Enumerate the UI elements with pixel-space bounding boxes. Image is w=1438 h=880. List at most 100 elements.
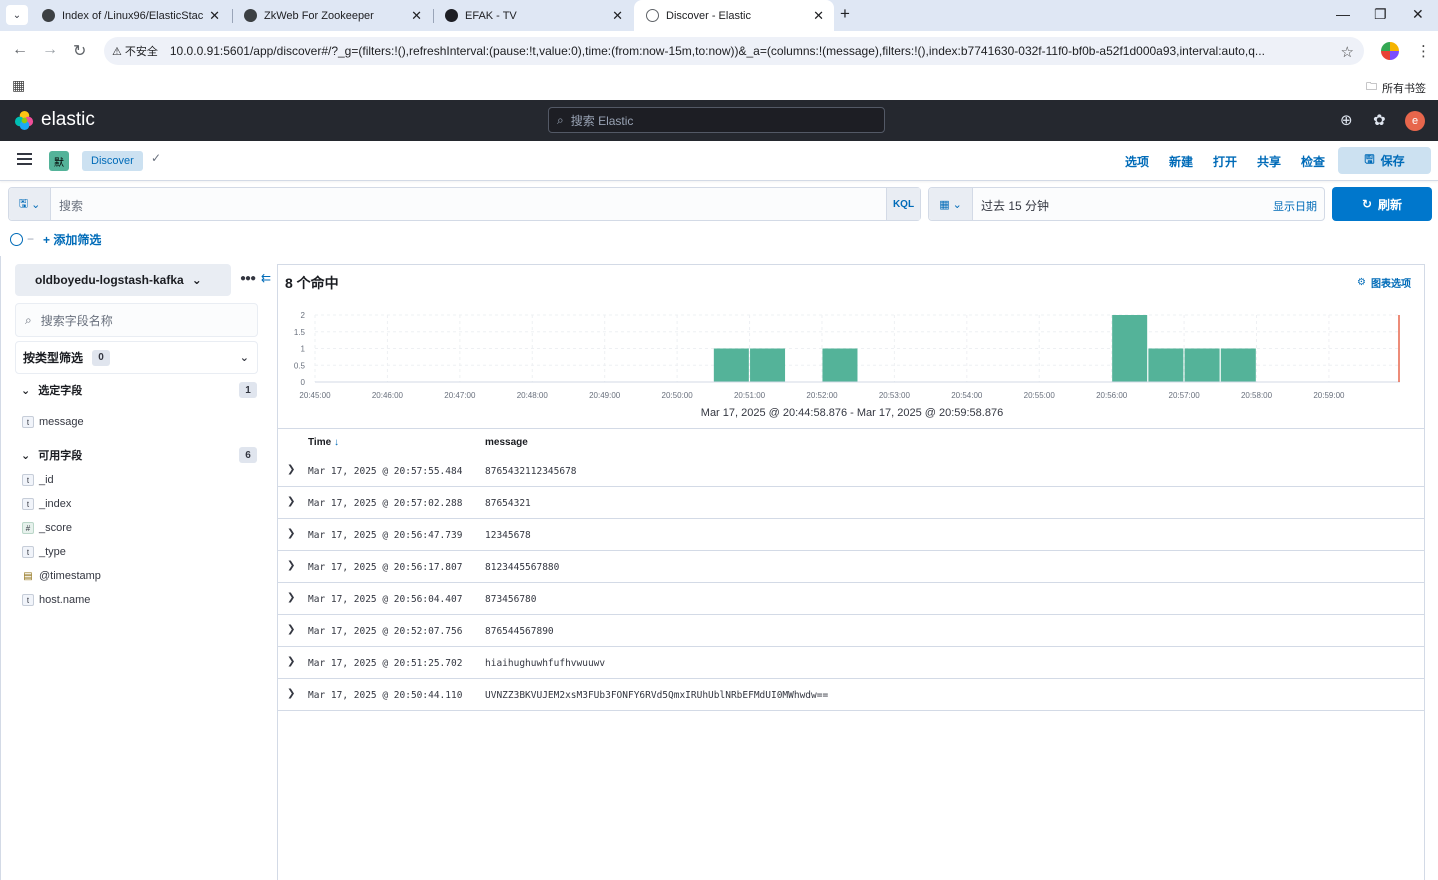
histogram-chart[interactable]: 0 0.5 1 1.5 2 20:45:00 20:46:00 20:47:00 20:48:… [278, 305, 1426, 405]
open-link[interactable]: 打开 [1213, 153, 1237, 170]
field-item-id[interactable]: t _id [22, 472, 54, 488]
expand-row-icon[interactable]: ❯ [287, 464, 295, 475]
browser-tab[interactable]: ZkWeb For Zookeeper ✕ [232, 0, 432, 31]
field-item-index[interactable]: t _index [22, 496, 71, 512]
chevron-down-icon[interactable]: ✓ [151, 151, 161, 165]
field-name: _index [39, 498, 72, 510]
index-pattern-switcher[interactable]: oldboyedu-logstash-kafka ⌄ [15, 264, 231, 296]
browser-tab[interactable]: Index of /Linux96/ElasticStac ✕ [30, 0, 230, 31]
date-picker: ▦ ⌄ 过去 15 分钟 显示日期 [928, 187, 1325, 221]
save-button[interactable]: 🖫 保存 [1338, 147, 1431, 174]
row-message: 12345678 [485, 530, 531, 541]
newsfeed-icon[interactable]: ✿ [1373, 111, 1386, 129]
query-input[interactable]: 搜索 [59, 197, 83, 214]
space-avatar[interactable]: 默 [49, 151, 69, 171]
new-tab-icon[interactable]: + [840, 4, 850, 24]
y-tick-label: 1.5 [294, 328, 306, 337]
field-item-timestamp[interactable]: ▤ @timestamp [22, 568, 101, 584]
field-item-message[interactable]: t message [22, 414, 84, 430]
expand-row-icon[interactable]: ❯ [287, 624, 295, 635]
restore-icon[interactable]: ❐ [1374, 6, 1387, 23]
table-row[interactable]: ❯ Mar 17, 2025 @ 20:57:02.288 87654321 [278, 487, 1425, 519]
user-avatar[interactable]: e [1405, 111, 1425, 131]
saved-query-button[interactable]: 🖫 ⌄ [9, 188, 51, 220]
x-tick-label: 20:49:00 [589, 391, 621, 400]
minimize-icon[interactable]: — [1336, 6, 1350, 22]
url-text[interactable]: 10.0.0.91:5601/app/discover#/?_g=(filter… [170, 44, 1320, 58]
expand-row-icon[interactable]: ❯ [287, 496, 295, 507]
all-bookmarks-button[interactable]: 🗀 所有书签 [1366, 78, 1426, 97]
expand-row-icon[interactable]: ❯ [287, 656, 295, 667]
close-tab-icon[interactable]: ✕ [813, 8, 824, 24]
type-filter-count: 0 [92, 349, 111, 366]
table-row[interactable]: ❯ Mar 17, 2025 @ 20:52:07.756 876544567890 [278, 615, 1425, 647]
breadcrumb[interactable]: Discover [82, 151, 143, 171]
field-item-score[interactable]: # _score [22, 520, 72, 536]
x-tick-label: 20:48:00 [517, 391, 549, 400]
chevron-down-icon: ⌄ [21, 384, 31, 397]
expand-row-icon[interactable]: ❯ [287, 560, 295, 571]
kql-language-button[interactable]: KQL [886, 188, 920, 220]
browser-tab[interactable]: EFAK - TV ✕ [433, 0, 633, 31]
close-window-icon[interactable]: ✕ [1412, 6, 1424, 23]
forward-icon[interactable]: → [42, 41, 58, 59]
add-filter-button[interactable]: + 添加筛选 [43, 231, 101, 248]
close-tab-icon[interactable]: ✕ [411, 8, 422, 24]
sort-down-icon[interactable]: ↓ [334, 437, 339, 448]
row-time: Mar 17, 2025 @ 20:57:02.288 [308, 498, 463, 509]
selected-fields-header[interactable]: ⌄ 选定字段 1 [21, 382, 257, 398]
field-name: _score [39, 522, 73, 534]
back-icon[interactable]: ← [12, 41, 28, 59]
address-bar[interactable]: ⚠ 不安全 10.0.0.91:5601/app/discover#/?_g=(… [104, 37, 1364, 65]
bookmark-star-icon[interactable]: ☆ [1341, 43, 1354, 61]
field-search-input[interactable]: ⌕ 搜索字段名称 [15, 303, 258, 337]
time-range-text[interactable]: 过去 15 分钟 [981, 197, 1049, 214]
table-row[interactable]: ❯ Mar 17, 2025 @ 20:56:17.807 812344556788… [278, 551, 1425, 583]
refresh-button[interactable]: ↻ 刷新 [1332, 187, 1432, 221]
elastic-logo-icon[interactable] [14, 110, 35, 131]
chart-options-button[interactable]: ⚙ 图表选项 [1357, 275, 1411, 290]
available-fields-count: 6 [239, 447, 257, 463]
tab-search-button[interactable]: ⌄ [6, 5, 28, 25]
apps-grid-icon[interactable]: ▦ [12, 77, 25, 94]
browser-menu-icon[interactable]: ⋮ [1416, 42, 1431, 60]
more-options-icon[interactable]: ●●● [240, 273, 256, 284]
elastic-brand[interactable]: elastic [41, 109, 95, 131]
browser-toolbar: ← → ↻ ⚠ 不安全 10.0.0.91:5601/app/discover#… [0, 31, 1438, 71]
field-type-filter[interactable]: 按类型筛选 0 ⌄ [15, 341, 258, 374]
collapse-sidebar-icon[interactable]: ⇇ [261, 271, 271, 285]
field-item-host-name[interactable]: t host.name [22, 592, 90, 608]
x-tick-label: 20:50:00 [662, 391, 694, 400]
available-fields-header[interactable]: ⌄ 可用字段 6 [21, 447, 257, 463]
options-link[interactable]: 选项 [1125, 153, 1149, 170]
expand-row-icon[interactable]: ❯ [287, 592, 295, 603]
filter-options-icon[interactable] [10, 232, 23, 246]
share-link[interactable]: 共享 [1257, 153, 1281, 170]
table-row[interactable]: ❯ Mar 17, 2025 @ 20:56:47.739 12345678 [278, 519, 1425, 551]
row-time: Mar 17, 2025 @ 20:50:44.110 [308, 690, 463, 701]
inspect-link[interactable]: 检查 [1301, 153, 1325, 170]
expand-row-icon[interactable]: ❯ [287, 688, 295, 699]
browser-tab-active[interactable]: Discover - Elastic ✕ [634, 0, 834, 31]
expand-row-icon[interactable]: ❯ [287, 528, 295, 539]
global-search-input[interactable]: ⌕ 搜索 Elastic [548, 107, 885, 133]
table-row[interactable]: ❯ Mar 17, 2025 @ 20:50:44.110 UVNZZ3BKVUJE… [278, 679, 1425, 711]
table-row[interactable]: ❯ Mar 17, 2025 @ 20:51:25.702 hiaihughuwhf… [278, 647, 1425, 679]
new-link[interactable]: 新建 [1169, 153, 1193, 170]
column-header-time[interactable]: Time ↓ [308, 437, 339, 448]
quick-menu-button[interactable]: ▦ ⌄ [929, 188, 973, 220]
field-item-type[interactable]: t _type [22, 544, 66, 560]
close-tab-icon[interactable]: ✕ [612, 8, 623, 24]
profile-avatar[interactable] [1381, 42, 1399, 60]
column-header-message[interactable]: message [485, 437, 528, 448]
chevron-down-icon: ⌄ [191, 273, 202, 287]
reload-icon[interactable]: ↻ [73, 41, 86, 61]
show-dates-link[interactable]: 显示日期 [1273, 198, 1317, 214]
table-row[interactable]: ❯ Mar 17, 2025 @ 20:56:04.407 873456780 [278, 583, 1425, 615]
security-indicator[interactable]: ⚠ 不安全 [112, 43, 158, 59]
close-tab-icon[interactable]: ✕ [209, 8, 220, 24]
x-tick-label: 20:47:00 [444, 391, 476, 400]
help-icon[interactable]: ⊕ [1340, 111, 1353, 129]
menu-toggle-icon[interactable] [17, 153, 32, 165]
table-row[interactable]: ❯ Mar 17, 2025 @ 20:57:55.484 876543211234… [278, 455, 1425, 487]
